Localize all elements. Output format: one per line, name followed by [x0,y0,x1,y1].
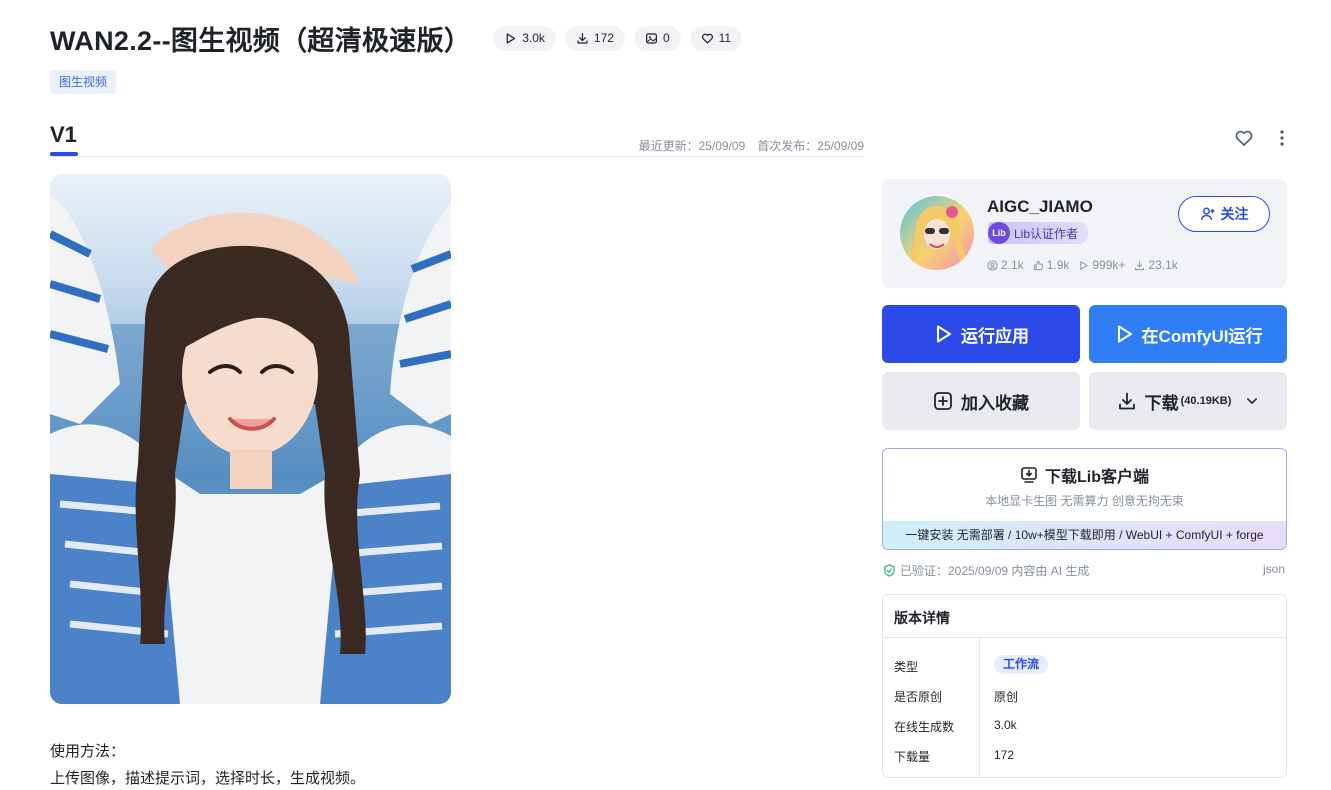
shield-check-icon [884,564,895,577]
details-row: 下载量 172 [883,740,1286,770]
published-date: 首次发布：25/09/09 [757,139,864,153]
author-card: AIGC_JIAMO Lib Lib认证作者 2.1k 1.9k 999k+ 2… [882,179,1287,288]
preview-image[interactable] [50,174,451,704]
author-downloads-value: 23.1k [1148,258,1178,272]
heart-icon[interactable] [1234,128,1254,148]
play-icon [506,32,516,44]
preview-illustration [50,194,451,704]
details-row: 类型 工作流 [883,650,1286,680]
user-icon [987,259,998,271]
version-dates: 最近更新：25/09/09 首次发布：25/09/09 [639,137,864,154]
run-comfyui-button[interactable]: 在ComfyUI运行 [1089,305,1287,363]
verify-status: 已验证：2025/09/09 内容由 AI 生成 [883,562,1089,579]
client-title: 下载Lib客户端 [883,463,1286,487]
json-link[interactable]: json [1263,562,1285,576]
details-row: 在线生成数 3.0k [883,710,1286,740]
author-likes: 1.9k [1033,258,1070,272]
download-button[interactable]: 下载 (40.19KB) [1089,372,1287,430]
add-user-icon [1200,207,1214,221]
usage-heading: 使用方法： [50,743,126,760]
download-icon [1135,260,1145,270]
download-label: 下载 [1144,393,1179,413]
client-subtitle: 本地显卡生图 无需算力 创意无拘无束 [985,494,1184,508]
download-client-icon [1021,467,1037,483]
stat-likes: 11 [689,25,743,51]
run-app-label: 运行应用 [961,326,1029,346]
run-comfyui-label: 在ComfyUI运行 [1141,326,1263,346]
heart-icon [701,33,713,44]
follow-button[interactable]: 关注 [1178,196,1270,232]
author-downloads: 23.1k [1134,258,1178,272]
details-key: 是否原创 [894,690,943,704]
author-followers: 2.1k [987,258,1024,272]
category-tag[interactable]: 图生视频 [50,70,117,94]
download-size: (40.19KB) [1180,395,1232,407]
image-icon [645,32,657,44]
details-value: 3.0k [994,718,1017,732]
avatar-illustration [906,206,970,268]
details-value: 原创 [994,690,1019,704]
stat-downloads: 172 [564,25,625,51]
download-icon [1118,392,1135,410]
author-followers-value: 2.1k [1001,258,1024,272]
author-stats: 2.1k 1.9k 999k+ 23.1k [987,258,1178,272]
details-key: 在线生成数 [894,720,955,734]
avatar[interactable] [900,196,974,270]
play-icon [1117,325,1132,343]
author-name[interactable]: AIGC_JIAMO [987,197,1093,217]
client-features-strip: 一键安装 无需部署 / 10w+模型下载即用 / WebUI + ComfyUI… [883,521,1286,549]
stat-images-value: 0 [662,31,670,45]
add-favorite-label: 加入收藏 [961,393,1029,413]
stat-downloads-value: 172 [593,31,614,45]
run-app-button[interactable]: 运行应用 [882,305,1080,363]
play-icon [1080,260,1088,270]
details-title: 版本详情 [894,610,950,626]
download-icon [577,32,588,44]
add-favorite-button[interactable]: 加入收藏 [882,372,1080,430]
follow-label: 关注 [1220,206,1249,222]
type-badge: 工作流 [994,655,1049,674]
version-details: 版本详情 类型 工作流 是否原创 原创 在线生成数 3.0k 下载量 172 [882,594,1287,778]
plus-square-icon [934,392,952,410]
tab-divider [50,156,864,157]
lib-certified-badge: Lib Lib认证作者 [988,222,1089,244]
updated-date: 最近更新：25/09/09 [638,139,746,153]
tab-version-v1[interactable]: V1 [50,122,77,148]
usage-text: 上传图像，描述提示词，选择时长，生成视频。 [50,770,366,787]
top-actions [1234,128,1292,148]
details-row: 是否原创 原创 [883,680,1286,710]
lib-logo-icon: Lib [988,222,1010,244]
lib-client-card[interactable]: 下载Lib客户端 本地显卡生图 无需算力 创意无拘无束 一键安装 无需部署 / … [882,448,1287,550]
page-title: WAN2.2--图生视频（超清极速版） [50,25,472,56]
client-title-label: 下载Lib客户端 [1045,469,1149,486]
stat-images: 0 [633,25,681,51]
details-value: 172 [994,748,1015,762]
details-key: 类型 [894,660,919,674]
thumb-up-icon [1033,260,1043,270]
details-key: 下载量 [894,750,931,764]
stat-runs: 3.0k [493,25,556,51]
play-icon [937,325,951,343]
stat-likes-value: 11 [718,31,732,45]
lib-badge-label: Lib认证作者 [1014,226,1079,241]
more-icon[interactable] [1272,128,1292,148]
details-divider [883,637,1286,638]
author-runs-value: 999k+ [1092,258,1126,272]
stats-bar: 3.0k 172 0 11 [493,25,743,51]
verify-text: 已验证：2025/09/09 内容由 AI 生成 [900,564,1090,578]
author-runs: 999k+ [1078,258,1125,272]
usage-description: 使用方法： 上传图像，描述提示词，选择时长，生成视频。 [50,738,365,790]
stat-runs-value: 3.0k [522,31,545,45]
title-row: WAN2.2--图生视频（超清极速版） 3.0k 172 0 11 [50,18,743,58]
author-likes-value: 1.9k [1046,258,1070,272]
chevron-down-icon[interactable] [1245,394,1259,408]
